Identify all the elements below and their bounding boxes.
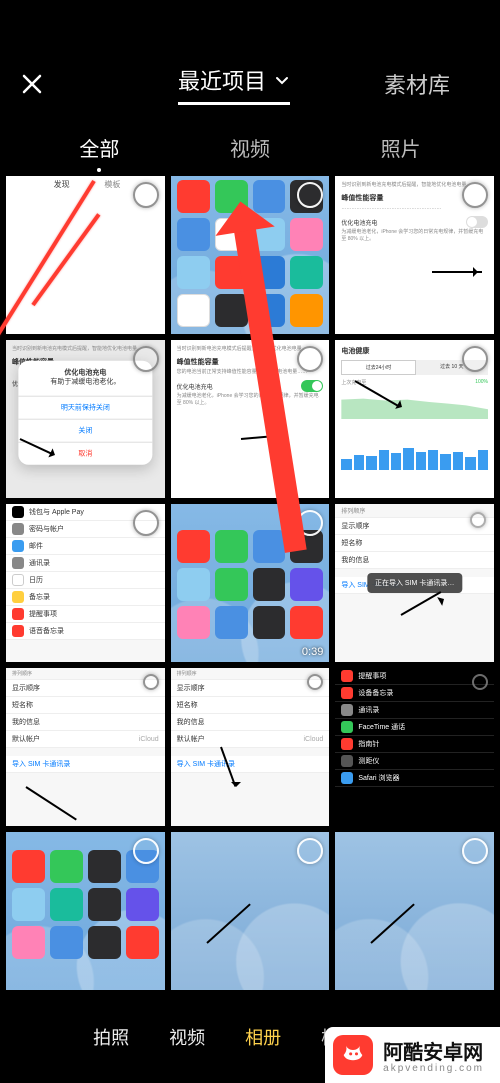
select-ring[interactable] xyxy=(133,346,159,372)
media-item[interactable]: 当时识别到新电池充电模式后提醒，智能地优化电池电量。 峰值性能容量 优化 优化电… xyxy=(6,340,165,498)
toast: 正在导入 SIM 卡通讯录… xyxy=(367,573,462,593)
video-duration: 0:39 xyxy=(302,646,323,658)
tab-all[interactable]: 全部 xyxy=(77,129,121,166)
select-ring[interactable] xyxy=(133,510,159,536)
mode-video[interactable]: 视频 xyxy=(169,1024,205,1050)
chevron-down-icon xyxy=(274,72,290,88)
select-ring[interactable] xyxy=(470,512,486,528)
select-ring[interactable] xyxy=(462,182,488,208)
close-icon xyxy=(20,72,44,96)
select-ring[interactable] xyxy=(133,838,159,864)
media-item[interactable]: 钱包与 Apple Pay 密码与帐户 邮件 通讯录 日历 备忘录 提醒事项 语… xyxy=(6,504,165,662)
media-item[interactable]: 排列顺序 显示顺序 短名称 我的信息 导入 SIM 卡通讯录 正在导入 SIM … xyxy=(335,504,494,662)
media-item[interactable]: 当时识别到新电池充电模式后提醒，智能地优化电池电量。 峰值性能容量 您的电池当前… xyxy=(171,340,330,498)
mode-camera[interactable]: 拍照 xyxy=(93,1024,129,1050)
media-item[interactable]: 发现 模板 xyxy=(6,176,165,334)
media-item[interactable]: 排列顺序 显示顺序 短名称 我的信息 默认帐户iCloud 导入 SIM 卡通讯… xyxy=(171,668,330,826)
select-ring[interactable] xyxy=(143,674,159,690)
media-item[interactable]: 当时识别到新电池充电模式后提醒，智能地优化电池电量。 峰值性能容量 ………………… xyxy=(335,176,494,334)
select-ring[interactable] xyxy=(462,346,488,372)
album-dropdown[interactable]: 最近项目 xyxy=(178,64,290,105)
filter-tabs: 全部 视频 照片 xyxy=(0,124,500,170)
library-tab[interactable]: 素材库 xyxy=(384,68,496,100)
tab-video[interactable]: 视频 xyxy=(228,129,272,166)
album-title: 最近项目 xyxy=(178,64,266,96)
watermark-domain: akpvending.com xyxy=(383,1063,484,1074)
media-item[interactable] xyxy=(335,832,494,990)
media-item[interactable]: 0:39 xyxy=(171,504,330,662)
media-item[interactable] xyxy=(6,832,165,990)
media-item[interactable]: 提醒事项 设备备忘录 通讯录 FaceTime 通话 指南针 测距仪 Safar… xyxy=(335,668,494,826)
mode-album[interactable]: 相册 xyxy=(245,1024,281,1050)
tab-photo[interactable]: 照片 xyxy=(379,129,423,166)
close-button[interactable] xyxy=(4,56,60,112)
select-ring[interactable] xyxy=(462,838,488,864)
select-ring[interactable] xyxy=(133,182,159,208)
watermark-logo xyxy=(333,1035,373,1075)
media-item[interactable] xyxy=(171,832,330,990)
watermark: 阿酷安卓网 akpvending.com xyxy=(325,1027,500,1083)
watermark-name: 阿酷安卓网 xyxy=(383,1036,484,1065)
media-item[interactable]: 排列顺序 显示顺序 短名称 我的信息 默认帐户iCloud 导入 SIM 卡通讯… xyxy=(6,668,165,826)
media-item[interactable]: 电池健康 过去24小时过去 10 天 上次充电至100% xyxy=(335,340,494,498)
select-ring[interactable] xyxy=(472,674,488,690)
